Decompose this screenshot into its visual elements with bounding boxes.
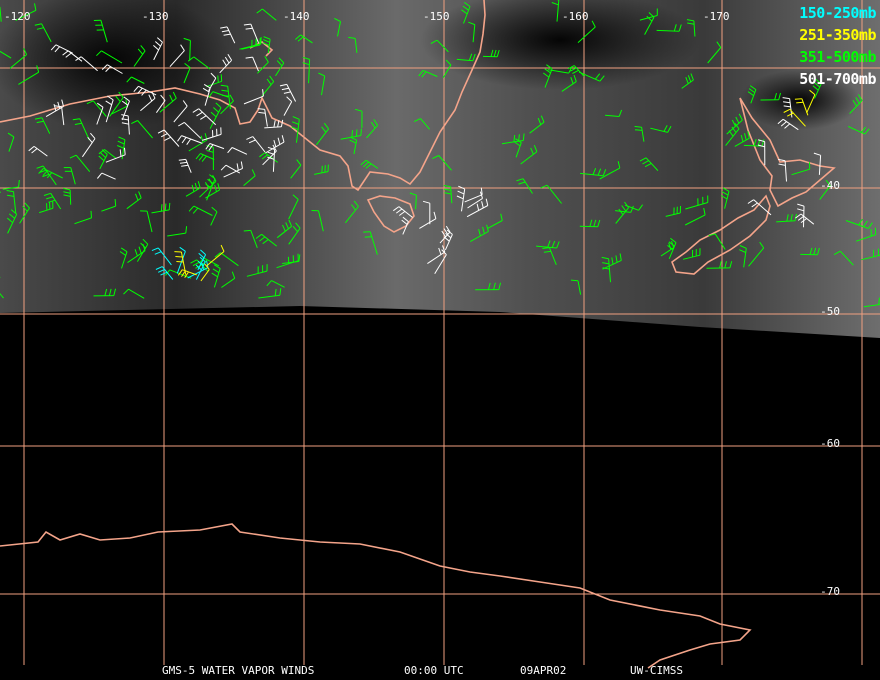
lon-label: -170	[703, 10, 730, 23]
lon-label: -130	[142, 10, 169, 23]
date-stamp: 09APR02	[520, 664, 567, 677]
time-stamp: 00:00 UTC	[404, 664, 464, 677]
lon-label: -150	[423, 10, 450, 23]
lat-label: -70	[820, 585, 840, 598]
lon-label: -140	[283, 10, 310, 23]
lat-label: -60	[820, 437, 840, 450]
lat-label: -50	[820, 305, 840, 318]
lon-label: -160	[562, 10, 589, 23]
lat-label: -40	[820, 179, 840, 192]
credit: UW-CIMSS	[630, 664, 683, 677]
antarctica-coast	[0, 523, 752, 669]
legend-251-350: 251-350mb	[799, 26, 876, 44]
legend-150-250: 150-250mb	[799, 4, 876, 22]
satellite-map	[0, 0, 880, 669]
satellite-name: GMS-5 WATER VAPOR WINDS	[162, 664, 315, 677]
legend-501-700: 501-700mb	[799, 70, 876, 88]
footer-caption: GMS-5 WATER VAPOR WINDS 00:00 UTC 09APR0…	[0, 664, 880, 678]
legend-351-500: 351-500mb	[799, 48, 876, 66]
lon-label: -120	[4, 10, 31, 23]
